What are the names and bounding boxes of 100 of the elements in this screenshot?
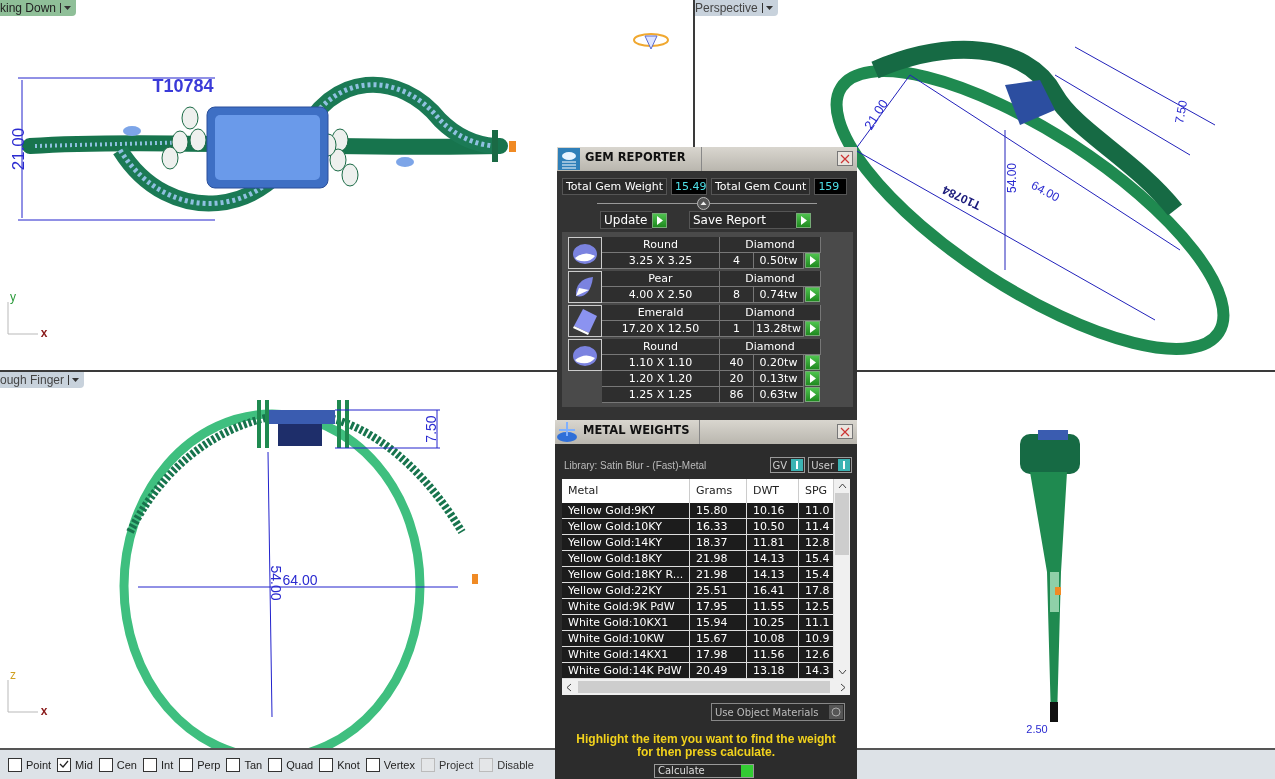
- table-cell: 13.28tw: [754, 321, 804, 337]
- checkbox-label: Project: [439, 758, 474, 771]
- checkbox[interactable]: [57, 757, 72, 772]
- field-label: Total Gem Weight: [562, 178, 667, 195]
- table-cell: 11.1: [799, 615, 834, 631]
- dropdown-caret-icon: [60, 3, 73, 13]
- horizontal-scrollbar[interactable]: [562, 679, 850, 695]
- table-cell: 0.74tw: [754, 287, 804, 303]
- ring-icon: [633, 33, 669, 50]
- table-cell: 20.49: [690, 663, 747, 679]
- table-cell: Round: [602, 237, 720, 253]
- round-gem-icon: [568, 339, 602, 371]
- checkbox-label: Disable: [497, 758, 534, 771]
- checkbox-label: Vertex: [383, 758, 415, 771]
- checkbox-label: Cen: [116, 758, 137, 771]
- calculate-button[interactable]: Calculate: [654, 764, 754, 778]
- axis-label: y: [10, 290, 16, 305]
- dropdown-caret-icon: [761, 3, 774, 13]
- toggle-button[interactable]: User: [808, 457, 852, 473]
- dimension-label: 2.50: [1026, 722, 1048, 735]
- checkbox[interactable]: [98, 757, 113, 772]
- checkmark-icon: [59, 760, 70, 769]
- table-cell: White Gold:14K PdW: [562, 663, 690, 679]
- collapse-handle-icon: [697, 197, 710, 210]
- table-cell: 4: [720, 253, 754, 269]
- table-cell: 1.10 X 1.10: [602, 355, 720, 371]
- checkbox[interactable]: [365, 757, 380, 772]
- axis-icon: [7, 679, 39, 713]
- table-cell: Yellow Gold:18KY: [562, 551, 690, 567]
- table-cell: Yellow Gold:18KY R...: [562, 567, 690, 583]
- checkbox-label: Int: [161, 758, 174, 771]
- table-cell: 12.8: [799, 535, 834, 551]
- play-icon: [809, 256, 816, 265]
- table-cell: White Gold:9K PdW: [562, 599, 690, 615]
- value-display: 15.49: [671, 178, 707, 195]
- play-icon: [809, 324, 816, 333]
- checkbox[interactable]: [143, 757, 157, 772]
- dropdown-caret-icon: [68, 375, 81, 385]
- table-cell: Yellow Gold:14KY: [562, 535, 690, 551]
- table-cell: 21.98: [690, 567, 747, 583]
- table-cell: Round: [602, 339, 720, 355]
- checkbox[interactable]: [268, 757, 283, 772]
- close-button[interactable]: [837, 424, 853, 439]
- table-cell: Diamond: [720, 305, 821, 321]
- axis-label: z: [10, 668, 16, 683]
- dimension-label: 54.00: [1005, 163, 1020, 193]
- dimension-label: 64.00: [282, 571, 318, 588]
- checkbox[interactable]: [8, 757, 22, 772]
- vertical-scrollbar[interactable]: [834, 479, 850, 679]
- toggle-button[interactable]: GV: [769, 457, 806, 473]
- table-cell: 10.08: [747, 631, 799, 647]
- radio-icon: [829, 705, 843, 719]
- table-cell: 20: [720, 371, 754, 387]
- table-cell: 21.98: [690, 551, 747, 567]
- table-cell: 17.98: [690, 647, 747, 663]
- table-cell: 10.25: [747, 615, 799, 631]
- dimension-label: 64.00: [1028, 178, 1062, 205]
- dimension-label: 21.00: [9, 127, 29, 171]
- checkbox-label: Mid: [75, 758, 93, 771]
- table-cell: Diamond: [720, 271, 821, 287]
- viewport-tab[interactable]: king Down: [0, 0, 77, 16]
- scroll-right-icon: [840, 682, 846, 692]
- table-cell: 12.5: [799, 599, 834, 615]
- use-object-materials-checkbox[interactable]: Use Object Materials: [711, 703, 845, 721]
- table-cell: 15.80: [690, 503, 747, 519]
- table-cell: Yellow Gold:10KY: [562, 519, 690, 535]
- update-button[interactable]: Update: [600, 211, 652, 229]
- instruction-text: Highlight the item you want to find the weight for then press calculate.: [575, 731, 837, 759]
- close-button[interactable]: [837, 151, 853, 166]
- scroll-down-icon: [837, 669, 847, 675]
- table-cell: 13.18: [747, 663, 799, 679]
- checkbox[interactable]: [179, 757, 194, 772]
- round-gem-icon: [568, 237, 602, 269]
- table-cell: 17.20 X 12.50: [602, 321, 720, 337]
- checkbox-label: Point: [26, 758, 52, 771]
- viewport-tab[interactable]: ough Finger: [0, 372, 85, 388]
- run-button[interactable]: [796, 212, 811, 228]
- scroll-up-icon: [837, 483, 847, 489]
- play-icon: [800, 215, 807, 225]
- table-cell: 16.41: [747, 583, 799, 599]
- table-cell: 11.55: [747, 599, 799, 615]
- field-label: Total Gem Count: [711, 178, 811, 195]
- panel-title: GEM REPORTER: [581, 147, 702, 171]
- save-report-button[interactable]: Save Report: [689, 211, 796, 229]
- checkbox-label: Perp: [197, 758, 221, 771]
- run-button[interactable]: [652, 212, 667, 228]
- table-cell: 0.13tw: [754, 371, 804, 387]
- table-cell: 10.16: [747, 503, 799, 519]
- table-cell: 25.51: [690, 583, 747, 599]
- table-cell: 18.37: [690, 535, 747, 551]
- table-cell: 11.4: [799, 519, 834, 535]
- model-tag-label: T10784: [152, 75, 214, 96]
- viewport-tab[interactable]: Perspective: [695, 0, 778, 16]
- table-cell: 17.8: [799, 583, 834, 599]
- checkbox[interactable]: [319, 757, 334, 772]
- table-cell: 14.3: [799, 663, 834, 679]
- checkbox-label: Knot: [337, 758, 360, 771]
- checkbox[interactable]: [226, 757, 241, 772]
- table-cell: 10.50: [747, 519, 799, 535]
- table-cell: Emerald: [602, 305, 720, 321]
